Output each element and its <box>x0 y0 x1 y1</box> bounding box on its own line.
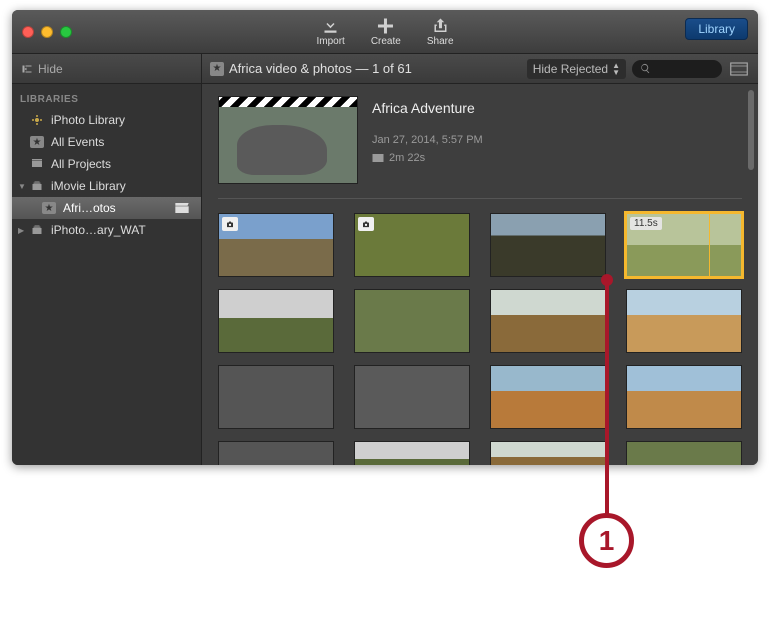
clapperboard-icon <box>175 203 189 213</box>
event-path-popup[interactable]: ★ Africa video & photos — 1 of 61 <box>210 61 521 76</box>
camera-icon <box>225 220 235 229</box>
subtoolbar: Hide ★ Africa video & photos — 1 of 61 H… <box>12 54 758 84</box>
sunflower-icon <box>30 114 44 126</box>
scrollbar[interactable] <box>748 90 754 170</box>
annotation-number-1: 1 <box>579 513 634 568</box>
clip-time-badge: 11.5s <box>630 217 662 230</box>
zoom-window-button[interactable] <box>60 26 72 38</box>
browser-area: Africa Adventure Jan 27, 2014, 5:57 PM 2… <box>202 84 758 465</box>
imovie-window: Import Create Share Library Hide ★ Afric… <box>12 10 758 465</box>
disclosure-triangle-icon[interactable]: ▼ <box>18 182 26 191</box>
clip-thumbnail[interactable] <box>354 441 470 465</box>
create-label: Create <box>371 36 401 47</box>
sidebar-item-label: All Projects <box>51 157 111 171</box>
sidebar-item-label: iMovie Library <box>51 179 126 193</box>
projects-icon <box>30 158 44 170</box>
clip-thumbnail-selected[interactable]: 11.5s <box>626 213 742 277</box>
clip-thumbnail[interactable] <box>218 289 334 353</box>
clip-thumbnail[interactable] <box>354 365 470 429</box>
sidebar-item-label: iPhoto…ary_WAT <box>51 223 146 237</box>
hide-label: Hide <box>38 62 63 76</box>
star-icon: ★ <box>30 136 44 148</box>
clip-grid: 11.5s <box>218 213 742 465</box>
hide-sidebar-button[interactable]: Hide <box>12 54 202 83</box>
library-stack-icon <box>30 180 44 192</box>
filmstrip-toggle-button[interactable] <box>728 61 750 77</box>
import-button[interactable]: Import <box>316 17 344 47</box>
sidebar-item-all-events[interactable]: ★ All Events <box>12 131 201 153</box>
library-mode-button[interactable]: Library <box>685 18 748 40</box>
event-path-label: Africa video & photos — 1 of 61 <box>229 61 412 76</box>
disclosure-triangle-icon[interactable]: ▶ <box>18 226 24 235</box>
photo-badge <box>358 217 374 231</box>
clip-thumbnail[interactable] <box>626 441 742 465</box>
event-header: Africa Adventure Jan 27, 2014, 5:57 PM 2… <box>218 96 742 184</box>
event-duration: 2m 22s <box>372 152 483 164</box>
star-icon: ★ <box>210 62 224 76</box>
share-label: Share <box>427 36 454 47</box>
rhino-image <box>237 125 327 175</box>
clip-thumbnail[interactable] <box>218 213 334 277</box>
clip-thumbnail[interactable] <box>354 289 470 353</box>
star-icon: ★ <box>42 202 56 214</box>
clip-thumbnail[interactable] <box>490 365 606 429</box>
sidebar-item-all-projects[interactable]: All Projects <box>12 153 201 175</box>
collapse-icon <box>20 63 34 75</box>
titlebar: Import Create Share Library <box>12 10 758 54</box>
sidebar-item-label: All Events <box>51 135 104 149</box>
share-button[interactable]: Share <box>427 17 454 47</box>
clip-thumbnail[interactable] <box>490 213 606 277</box>
clip-thumbnail[interactable] <box>354 213 470 277</box>
photo-badge <box>222 217 238 231</box>
event-metadata: Africa Adventure Jan 27, 2014, 5:57 PM 2… <box>372 96 483 184</box>
sidebar-item-iphoto-library[interactable]: iPhoto Library <box>12 109 201 131</box>
library-sidebar: LIBRARIES iPhoto Library ★ All Events Al… <box>12 84 202 465</box>
hide-rejected-popup[interactable]: Hide Rejected ▲▼ <box>527 59 626 79</box>
share-icon <box>429 17 451 35</box>
sidebar-item-label: iPhoto Library <box>51 113 125 127</box>
hide-rejected-label: Hide Rejected <box>533 62 608 76</box>
divider <box>218 198 742 199</box>
import-label: Import <box>316 36 344 47</box>
search-field[interactable] <box>632 60 722 78</box>
clip-thumbnail[interactable] <box>218 441 334 465</box>
event-title: Africa Adventure <box>372 100 483 116</box>
minimize-window-button[interactable] <box>41 26 53 38</box>
library-stack-icon <box>30 224 44 236</box>
clip-thumbnail[interactable] <box>218 365 334 429</box>
stepper-icon: ▲▼ <box>612 62 620 76</box>
camera-icon <box>361 220 371 229</box>
content-header: ★ Africa video & photos — 1 of 61 Hide R… <box>202 54 758 83</box>
clip-thumbnail[interactable] <box>626 365 742 429</box>
search-icon <box>640 63 651 74</box>
clip-thumbnail[interactable] <box>490 441 606 465</box>
sidebar-item-imovie-library[interactable]: ▼ iMovie Library <box>12 175 201 197</box>
clip-thumbnail[interactable] <box>626 289 742 353</box>
clip-thumbnail[interactable] <box>490 289 606 353</box>
filmstrip-icon <box>730 62 748 76</box>
filmstrip-icon <box>372 153 384 163</box>
close-window-button[interactable] <box>22 26 34 38</box>
sidebar-item-label: Afri…otos <box>63 201 116 215</box>
event-duration-text: 2m 22s <box>389 152 425 164</box>
sidebar-item-africa-event[interactable]: ★ Afri…otos <box>12 197 201 219</box>
libraries-section-header: LIBRARIES <box>12 90 201 109</box>
event-date: Jan 27, 2014, 5:57 PM <box>372 134 483 146</box>
download-arrow-icon <box>320 17 342 35</box>
event-hero-thumbnail[interactable] <box>218 96 358 184</box>
annotation-line <box>605 280 609 520</box>
create-button[interactable]: Create <box>371 17 401 47</box>
sidebar-item-iphoto-wat[interactable]: ▶ iPhoto…ary_WAT <box>12 219 201 241</box>
window-controls <box>22 26 72 38</box>
plus-icon <box>375 17 397 35</box>
